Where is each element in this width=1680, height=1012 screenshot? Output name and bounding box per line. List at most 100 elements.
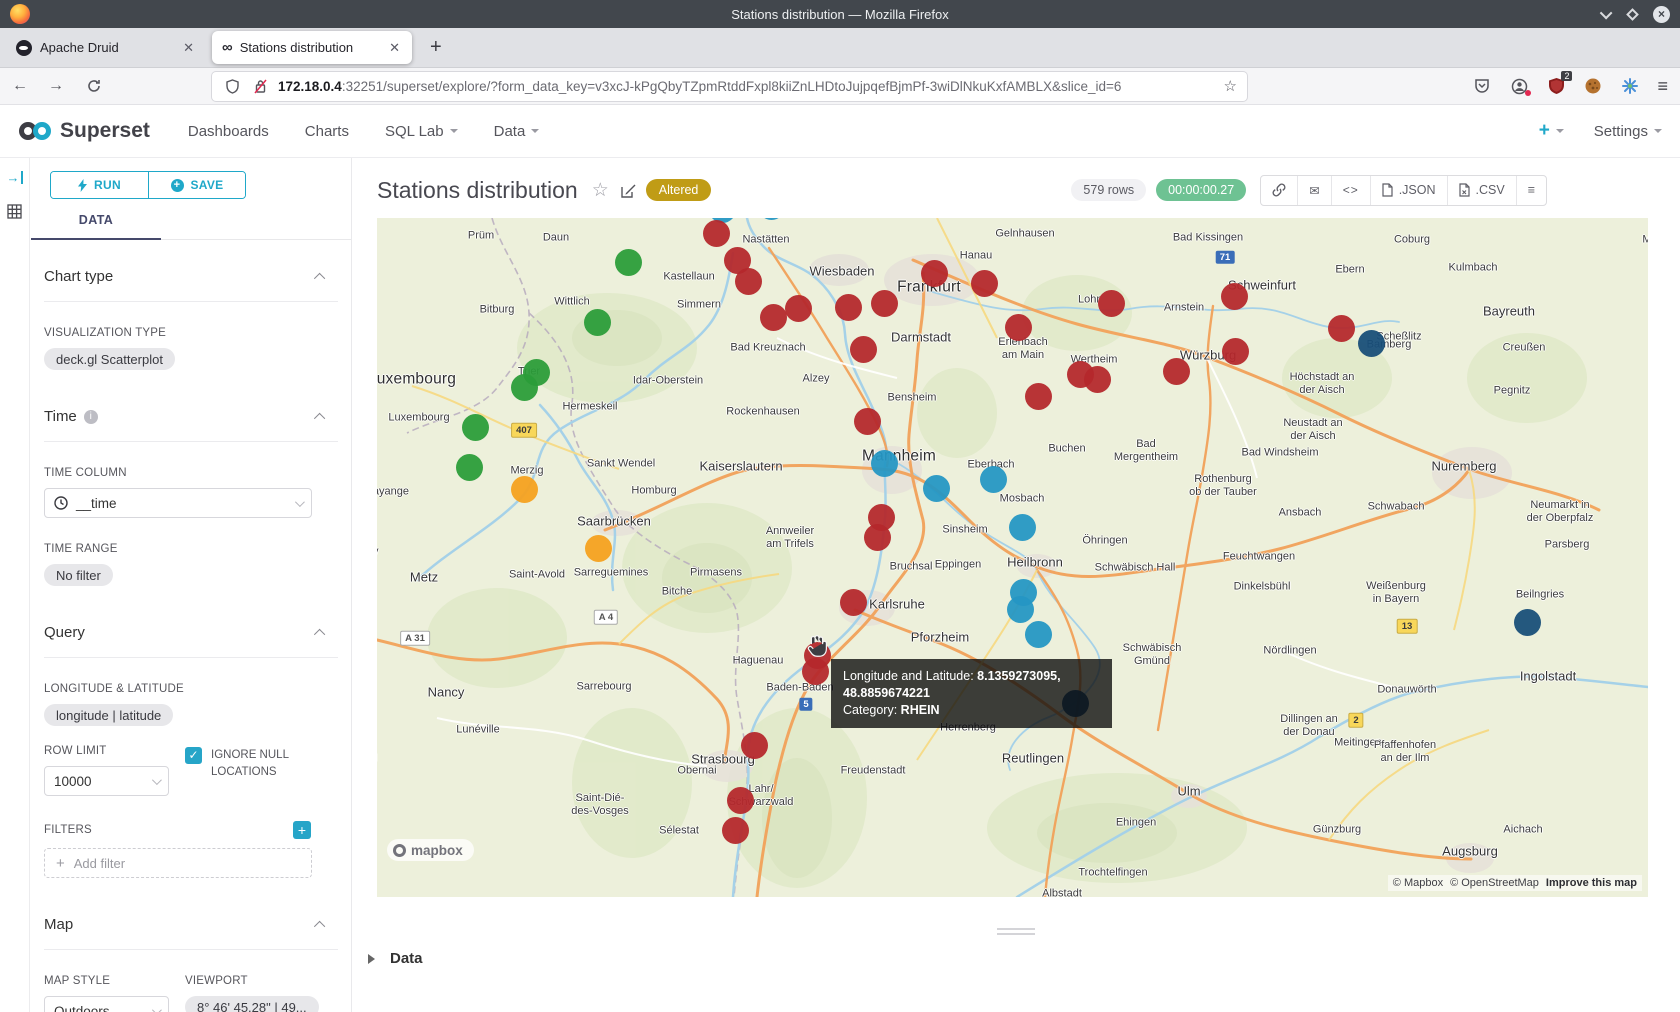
station-point[interactable]	[1328, 315, 1355, 342]
nav-data[interactable]: Data	[494, 123, 540, 140]
superset-brand[interactable]: Superset	[18, 119, 150, 143]
settings-menu[interactable]: Settings	[1594, 123, 1662, 140]
station-point[interactable]	[758, 218, 785, 220]
station-point[interactable]	[1098, 290, 1125, 317]
more-options-button[interactable]: ≡	[1516, 176, 1546, 205]
back-icon[interactable]: ←	[12, 77, 28, 95]
station-point[interactable]	[585, 535, 612, 562]
station-point[interactable]	[1025, 383, 1052, 410]
insecure-lock-icon[interactable]	[250, 76, 270, 96]
mapbox-logo[interactable]: mapbox	[387, 839, 474, 861]
station-point[interactable]	[722, 817, 749, 844]
shield-icon[interactable]	[222, 76, 242, 96]
station-point[interactable]	[727, 787, 754, 814]
viewport-value[interactable]: 8° 46' 45.28" | 49...	[185, 996, 319, 1012]
copy-link-button[interactable]	[1261, 176, 1297, 205]
station-point[interactable]	[462, 414, 489, 441]
maximize-icon[interactable]	[1626, 8, 1639, 21]
station-point[interactable]	[456, 454, 483, 481]
station-point[interactable]	[1025, 621, 1052, 648]
ublock-shield-icon[interactable]: 2	[1546, 76, 1566, 96]
expand-panel-icon[interactable]: →	[7, 171, 23, 184]
tab-apache-druid[interactable]: Apache Druid ✕	[6, 31, 206, 64]
minimize-icon[interactable]	[1600, 6, 1613, 19]
email-button[interactable]: ✉	[1297, 176, 1330, 205]
reload-icon[interactable]	[84, 76, 104, 96]
data-panel-header[interactable]: Data	[360, 950, 423, 967]
station-point[interactable]	[850, 336, 877, 363]
station-point[interactable]	[1222, 338, 1249, 365]
time-column-select[interactable]: __time	[44, 488, 312, 518]
menu-icon[interactable]: ≡	[1657, 76, 1668, 97]
run-button[interactable]: RUN	[51, 172, 148, 198]
station-point[interactable]	[971, 270, 998, 297]
add-filter-plus-button[interactable]: +	[293, 821, 311, 839]
close-icon[interactable]: ×	[1653, 6, 1670, 23]
add-filter-dropzone[interactable]: + Add filter	[44, 848, 312, 878]
nav-charts[interactable]: Charts	[305, 123, 349, 140]
favorite-star-icon[interactable]: ☆	[592, 179, 609, 202]
station-point[interactable]	[835, 294, 862, 321]
station-point[interactable]	[1009, 514, 1036, 541]
station-point[interactable]	[980, 466, 1007, 493]
map-style-select[interactable]: Outdoors	[44, 996, 169, 1012]
dataset-grid-icon[interactable]	[7, 204, 22, 219]
tab-stations-distribution[interactable]: ∞ Stations distribution ✕	[212, 31, 412, 64]
row-limit-select[interactable]: 10000	[44, 766, 169, 796]
station-point[interactable]	[615, 249, 642, 276]
viz-type-value[interactable]: deck.gl Scatterplot	[44, 348, 175, 370]
station-point[interactable]	[584, 309, 611, 336]
url-input[interactable]: 172.18.0.4:32251/superset/explore/?form_…	[212, 72, 1247, 101]
station-point[interactable]	[840, 589, 867, 616]
station-point[interactable]	[741, 732, 768, 759]
attribution-osm[interactable]: © OpenStreetMap	[1450, 877, 1539, 889]
nav-sql-lab[interactable]: SQL Lab	[385, 123, 458, 140]
station-point[interactable]	[1221, 283, 1248, 310]
section-time[interactable]: Time i	[44, 408, 338, 442]
station-point[interactable]	[511, 476, 538, 503]
station-point[interactable]	[871, 290, 898, 317]
station-point[interactable]	[1163, 358, 1190, 385]
embed-code-button[interactable]: <>	[1331, 176, 1370, 205]
tab-close-icon[interactable]: ✕	[181, 40, 196, 56]
export-json-button[interactable]: .JSON	[1370, 176, 1447, 205]
section-map[interactable]: Map	[44, 916, 338, 950]
new-tab-button[interactable]: +	[418, 36, 454, 59]
station-point[interactable]	[760, 304, 787, 331]
save-button[interactable]: + SAVE	[148, 172, 245, 198]
nav-dashboards[interactable]: Dashboards	[188, 123, 269, 140]
account-icon[interactable]	[1509, 76, 1529, 96]
station-point[interactable]	[1514, 609, 1541, 636]
tab-close-icon[interactable]: ✕	[387, 40, 402, 56]
section-query[interactable]: Query	[44, 624, 338, 658]
section-chart-type[interactable]: Chart type	[44, 268, 338, 302]
station-point[interactable]	[1005, 314, 1032, 341]
station-point[interactable]	[1007, 596, 1034, 623]
cookie-icon[interactable]	[1583, 76, 1603, 96]
attribution-mapbox[interactable]: © Mapbox	[1393, 877, 1443, 889]
pocket-icon[interactable]	[1472, 76, 1492, 96]
ignore-null-checkbox[interactable]: ✓	[185, 747, 202, 764]
station-point[interactable]	[923, 475, 950, 502]
data-panel-resize-handle[interactable]	[997, 928, 1035, 938]
bookmark-star-icon[interactable]: ☆	[1224, 77, 1237, 95]
forward-icon[interactable]: →	[48, 77, 64, 95]
time-range-value[interactable]: No filter	[44, 564, 113, 586]
station-point[interactable]	[1084, 366, 1111, 393]
export-csv-button[interactable]: .CSV	[1447, 176, 1516, 205]
attribution-improve-link[interactable]: Improve this map	[1546, 877, 1637, 889]
station-point[interactable]	[785, 295, 812, 322]
add-new-button[interactable]: +	[1539, 120, 1564, 142]
extension-asterisk-icon[interactable]	[1620, 76, 1640, 96]
station-point[interactable]	[854, 408, 881, 435]
edit-properties-icon[interactable]	[621, 183, 636, 198]
station-point[interactable]	[802, 658, 829, 685]
station-point[interactable]	[1358, 330, 1385, 357]
tab-data[interactable]: DATA	[31, 213, 161, 240]
deckgl-map[interactable]: PrümDaunNastättenGelnhausenHanauFrankfur…	[377, 218, 1648, 897]
station-point[interactable]	[511, 374, 538, 401]
station-point[interactable]	[735, 268, 762, 295]
station-point[interactable]	[871, 450, 898, 477]
station-point[interactable]	[921, 260, 948, 287]
station-point[interactable]	[864, 524, 891, 551]
